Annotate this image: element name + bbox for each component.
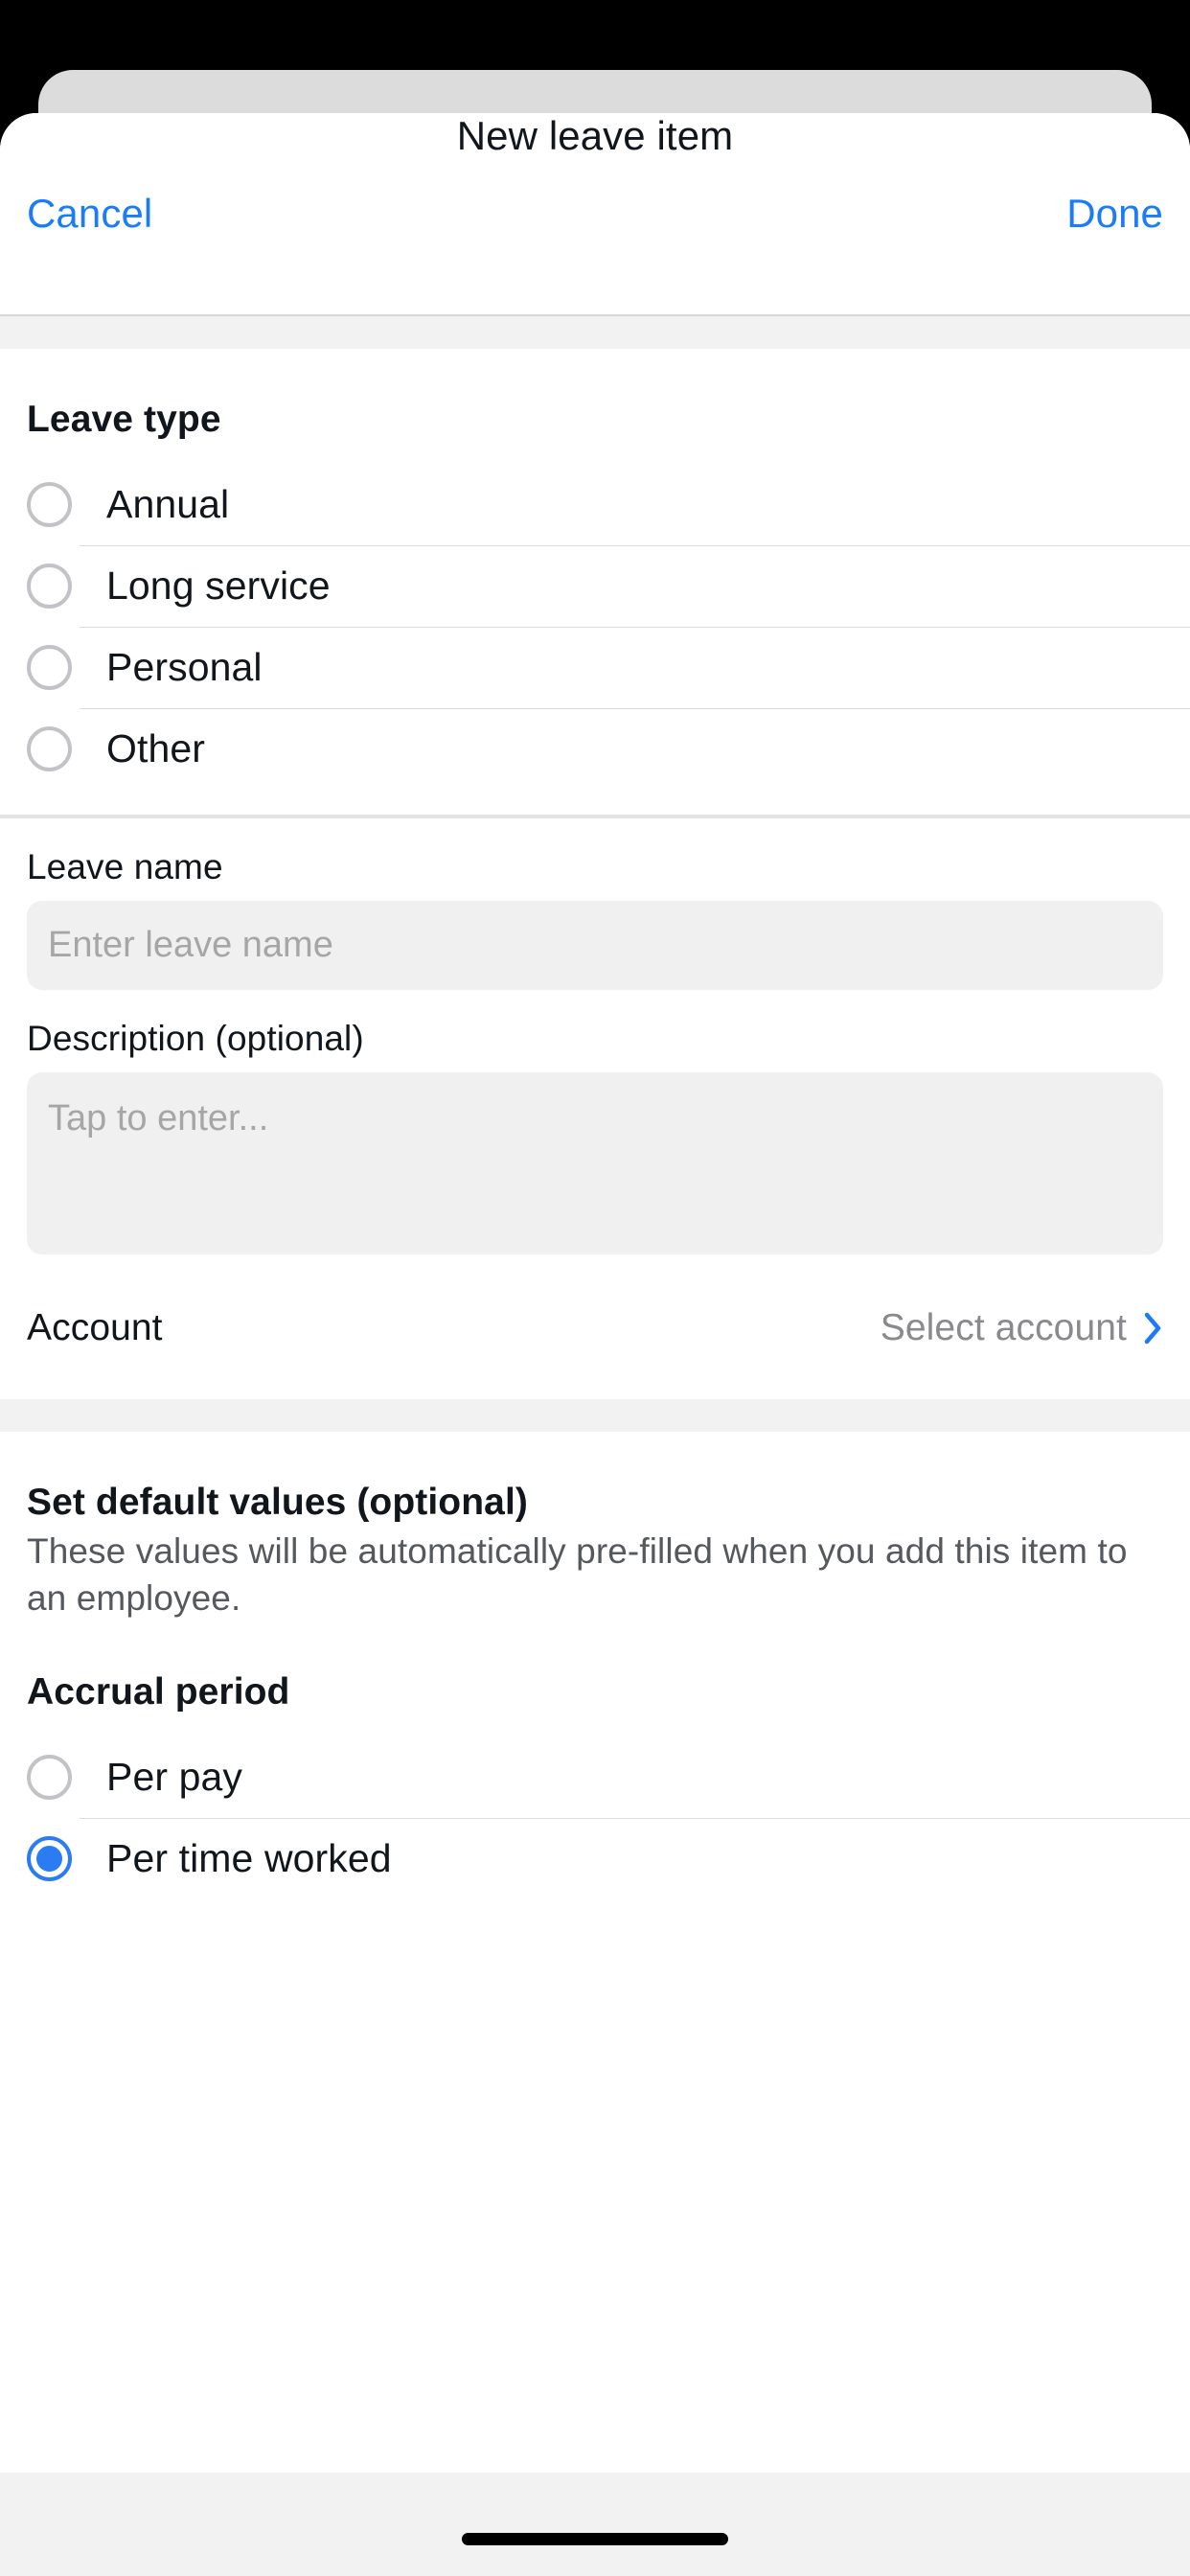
radio-label: Personal [106, 645, 263, 689]
done-button[interactable]: Done [1066, 191, 1163, 237]
radio-circle-icon[interactable] [27, 645, 72, 690]
chevron-right-icon [1144, 1312, 1163, 1345]
leave-type-radio-group: Annual Long service Personal Other [27, 464, 1190, 790]
default-values-subtext: These values will be automatically pre-f… [27, 1531, 1128, 1619]
radio-label: Long service [106, 564, 331, 608]
radio-circle-icon[interactable] [27, 564, 72, 609]
form-content: Leave type Annual Long service Personal [0, 316, 1190, 1900]
default-values-heading: Set default values (optional) [27, 1482, 528, 1523]
radio-label: Per pay [106, 1755, 242, 1800]
radio-option-per-time-worked[interactable]: Per time worked [27, 1818, 1190, 1899]
radio-circle-icon[interactable] [27, 482, 72, 527]
leave-type-section: Leave type Annual Long service Personal [0, 349, 1190, 815]
radio-option-other[interactable]: Other [27, 708, 1190, 790]
leave-details-section: Leave name Description (optional) Accoun… [0, 818, 1190, 1399]
home-indicator[interactable] [462, 2533, 728, 2545]
section-gap-middle [0, 1399, 1190, 1432]
radio-circle-selected-icon[interactable] [27, 1836, 72, 1882]
leave-name-input[interactable] [27, 901, 1163, 990]
home-indicator-area [0, 2472, 1190, 2576]
radio-label: Other [106, 726, 206, 770]
account-row[interactable]: Account Select account [27, 1276, 1163, 1380]
accrual-period-heading: Accrual period [27, 1671, 290, 1714]
navigation-bar: New leave item Cancel Done [0, 113, 1190, 316]
leave-name-label: Leave name [27, 847, 223, 886]
account-value: Select account [880, 1307, 1127, 1348]
radio-option-long-service[interactable]: Long service [27, 545, 1190, 627]
leave-type-heading: Leave type [27, 399, 221, 440]
radio-circle-icon[interactable] [27, 1755, 72, 1801]
radio-option-personal[interactable]: Personal [27, 627, 1190, 708]
radio-label: Per time worked [106, 1836, 392, 1881]
phone-screen: New leave item Cancel Done Leave type An… [0, 0, 1190, 2576]
accrual-period-radio-group: Per pay Per time worked [27, 1736, 1190, 1899]
radio-label: Annual [106, 482, 230, 526]
description-textarea[interactable] [27, 1072, 1163, 1254]
modal-sheet: New leave item Cancel Done Leave type An… [0, 113, 1190, 2576]
description-label: Description (optional) [27, 1019, 364, 1058]
radio-option-per-pay[interactable]: Per pay [27, 1736, 1163, 1818]
cancel-button[interactable]: Cancel [27, 191, 152, 237]
default-values-section: Set default values (optional) These valu… [0, 1432, 1190, 1900]
section-gap-top [0, 316, 1190, 349]
radio-circle-icon[interactable] [27, 726, 72, 771]
radio-option-annual[interactable]: Annual [27, 464, 1163, 545]
account-label: Account [27, 1307, 163, 1348]
